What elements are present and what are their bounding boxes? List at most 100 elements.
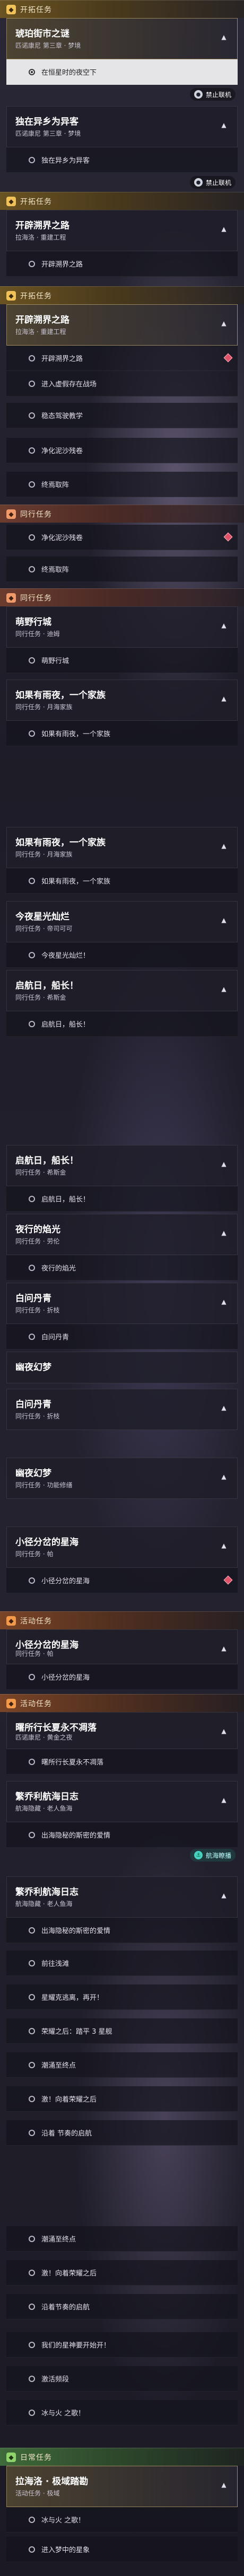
quest-step[interactable]: 开辟溯界之路 <box>6 346 238 371</box>
quest-card[interactable]: 拉海洛 · 极域踏勘 活动任务 · 极域 ▲ <box>6 2466 238 2507</box>
quest-step[interactable]: 荣耀之后：踏平 3 星舰 <box>6 2018 238 2044</box>
quest-card[interactable]: 启航日，船长！ 同行任务 · 希斯金 ▲ <box>6 970 238 1011</box>
category-main-header[interactable]: ◆ 开拓任务 <box>0 0 244 18</box>
quest-step[interactable]: 进入梦中的星象 <box>6 2537 238 2562</box>
chevron-up-icon[interactable]: ▲ <box>218 983 230 995</box>
quest-step[interactable]: 小径分岔的星海 <box>6 1664 238 1690</box>
quest-step[interactable]: 终焉取阵 <box>6 557 238 582</box>
quest-card[interactable]: 夜行的焰光 同行任务 · 劳伦 ▲ <box>6 1214 238 1255</box>
quest-card[interactable]: 小径分岔的星海 同行任务 · 帕 ▲ <box>6 1527 238 1568</box>
step-label: 激活频段 <box>41 2376 69 2384</box>
quest-step[interactable]: 星耀克逃离，再开！ <box>6 1984 238 2010</box>
chevron-up-icon[interactable]: ▲ <box>218 1227 230 1239</box>
quest-card[interactable]: 开辟溯界之路 拉海洛 · 重建工程 ▲ <box>6 210 238 251</box>
quest-subtitle: 同行任务 · 帕 <box>15 1550 54 1558</box>
radio-dot-icon <box>29 68 35 75</box>
banner-label: 航海瞭播 <box>205 1851 231 1859</box>
category-main-header[interactable]: ◆ 开拓任务 <box>0 192 244 210</box>
quest-step[interactable]: 出海隐秘的斯密的爱情 <box>6 1918 238 1943</box>
quest-card[interactable]: 独在异乡为异客 匹诺康尼 第三章 · 梦境 ▲ <box>6 106 238 147</box>
quest-card[interactable]: 启航日，船长！ 同行任务 · 希斯金 ▲ <box>6 1145 238 1186</box>
quest-step[interactable]: 今夜星光灿烂！ <box>6 942 238 968</box>
quest-step[interactable]: 启航日，船长！ <box>6 1011 238 1037</box>
radio-dot-icon <box>29 951 35 958</box>
quest-card[interactable]: 白问丹青 同行任务 · 折枝 ▲ <box>6 1389 238 1430</box>
quest-card[interactable]: 开辟溯界之路 拉海洛 · 重建工程 ▲ <box>6 304 238 346</box>
chevron-up-icon[interactable]: ▲ <box>218 223 230 235</box>
chevron-up-icon[interactable]: ▲ <box>218 1296 230 1308</box>
quest-step[interactable]: 进入虚假存在战场 <box>6 371 238 396</box>
quest-step[interactable]: 净化泥沙残卷 <box>6 525 238 550</box>
quest-step[interactable]: 前往浅滩 <box>6 1951 238 1976</box>
quest-card[interactable]: 幽夜幻梦 同行任务 · 功能修缮 ▲ <box>6 1458 238 1499</box>
quest-step[interactable]: 白问丹青 <box>6 1324 238 1349</box>
quest-card[interactable]: 幽夜幻梦 <box>6 1352 238 1383</box>
category-daily-header[interactable]: ◆ 日常任务 <box>0 2448 244 2466</box>
chevron-up-icon[interactable]: ▲ <box>218 693 230 704</box>
quest-step[interactable]: 激！向着荣耀之后 <box>6 2260 238 2286</box>
quest-step[interactable]: 曙所行长夏永不凋落 <box>6 1749 238 1775</box>
chevron-up-icon[interactable]: ▲ <box>218 317 230 329</box>
quest-card[interactable]: 如果有雨夜，一个家族 同行任务 · 月海家族 ▲ <box>6 680 238 721</box>
chevron-up-icon[interactable]: ▲ <box>218 840 230 852</box>
diamond-icon: ◆ <box>6 1698 16 1708</box>
step-label: 独在异乡为异客 <box>41 157 90 165</box>
quest-step[interactable]: 如果有雨夜，一个家族 <box>6 721 238 746</box>
category-companion-header[interactable]: ◆ 同行任务 <box>0 505 244 523</box>
quest-step[interactable]: 激！向着荣耀之后 <box>6 2086 238 2112</box>
radio-dot-icon <box>29 481 35 488</box>
chevron-up-icon[interactable]: ▲ <box>218 31 230 43</box>
quest-step[interactable]: 夜行的焰光 <box>6 1255 238 1281</box>
quest-step[interactable]: 冰与火 之歌！ <box>6 2400 238 2425</box>
chevron-up-icon[interactable]: ▲ <box>218 1471 230 1483</box>
chevron-up-icon[interactable]: ▲ <box>218 1890 230 1901</box>
quest-card[interactable]: 曙所行长夏永不凋落 匹诺康尼 · 黄金之夜 ▲ <box>6 1712 238 1749</box>
quest-card[interactable]: 白问丹青 同行任务 · 折枝 ▲ <box>6 1283 238 1324</box>
category-companion-header[interactable]: ◆ 同行任务 <box>0 588 244 606</box>
chevron-up-icon[interactable]: ▲ <box>218 1794 230 1806</box>
chevron-up-icon[interactable]: ▲ <box>218 119 230 131</box>
chevron-up-icon[interactable]: ▲ <box>218 1402 230 1414</box>
quest-step[interactable]: 沿着 节奏的启航 <box>6 2120 238 2146</box>
quest-step[interactable]: 潮涌至终点 <box>6 2052 238 2078</box>
quest-step[interactable]: 冰与火 之歌！ <box>6 2507 238 2533</box>
chevron-up-icon[interactable]: ▲ <box>218 2479 230 2491</box>
quest-card[interactable]: 琥珀街市之谜 匹诺康尼 第三章 · 梦境 ▲ <box>6 18 238 59</box>
quest-card[interactable]: 繁乔利航海日志 航海隐藏 · 老人鱼海 ▲ <box>6 1781 238 1822</box>
radio-dot-icon <box>29 2375 35 2382</box>
no-coop-banner: ● 禁止联机 <box>189 88 236 101</box>
chevron-up-icon[interactable]: ▲ <box>218 1725 230 1737</box>
chevron-up-icon[interactable]: ▲ <box>218 914 230 926</box>
quest-step[interactable]: 沿着节奏的启航 <box>6 2294 238 2319</box>
quest-subtitle: 匹诺康尼 第三章 · 梦境 <box>15 130 81 137</box>
radio-dot-icon <box>29 1831 35 1838</box>
quest-step[interactable]: 潮涌至终点 <box>6 2226 238 2252</box>
quest-step[interactable]: 稳态驾驶教学 <box>6 403 238 428</box>
quest-step[interactable]: 激活频段 <box>6 2366 238 2392</box>
chevron-up-icon[interactable]: ▲ <box>218 1643 230 1654</box>
quest-step[interactable]: 在恒星时的夜空下 <box>6 59 238 85</box>
chevron-up-icon[interactable]: ▲ <box>218 620 230 631</box>
quest-card[interactable]: 如果有雨夜，一个家族 同行任务 · 月海家族 ▲ <box>6 827 238 868</box>
quest-card[interactable]: 小径分岔的星海 同行任务 · 帕 ▲ <box>6 1629 238 1664</box>
quest-card[interactable]: 萌野行城 同行任务 · 迪姆 ▲ <box>6 606 238 648</box>
quest-step[interactable]: 终焉取阵 <box>6 472 238 497</box>
quest-step[interactable]: 启航日，船长！ <box>6 1186 238 1212</box>
category-event-header[interactable]: ◆ 活动任务 <box>0 1694 244 1712</box>
quest-step[interactable]: 出海隐秘的斯密的爱情 <box>6 1822 238 1848</box>
quest-step[interactable]: 净化泥沙残卷 <box>6 438 238 463</box>
chevron-up-icon[interactable]: ▲ <box>218 1158 230 1170</box>
quest-step[interactable]: 如果有雨夜，一个家族 <box>6 868 238 894</box>
category-event-header[interactable]: ◆ 活动任务 <box>0 1611 244 1629</box>
quest-step[interactable]: 我们的星神要开始开！ <box>6 2332 238 2358</box>
quest-step[interactable]: 开辟溯界之路 <box>6 251 238 277</box>
quest-step[interactable]: 小径分岔的星海 <box>6 1568 238 1593</box>
chevron-up-icon[interactable]: ▲ <box>218 1540 230 1551</box>
quest-card[interactable]: 繁乔利航海日志 航海隐藏 · 老人鱼海 ▲ <box>6 1876 238 1918</box>
category-main-header[interactable]: ◆ 开拓任务 <box>0 286 244 304</box>
radio-dot-icon <box>29 2235 35 2242</box>
quest-step[interactable]: 萌野行城 <box>6 648 238 673</box>
step-label: 启航日，船长！ <box>41 1021 90 1029</box>
quest-step[interactable]: 独在异乡为异客 <box>6 147 238 173</box>
quest-card[interactable]: 今夜星光灿烂 同行任务 · 帝司可可 ▲ <box>6 901 238 942</box>
